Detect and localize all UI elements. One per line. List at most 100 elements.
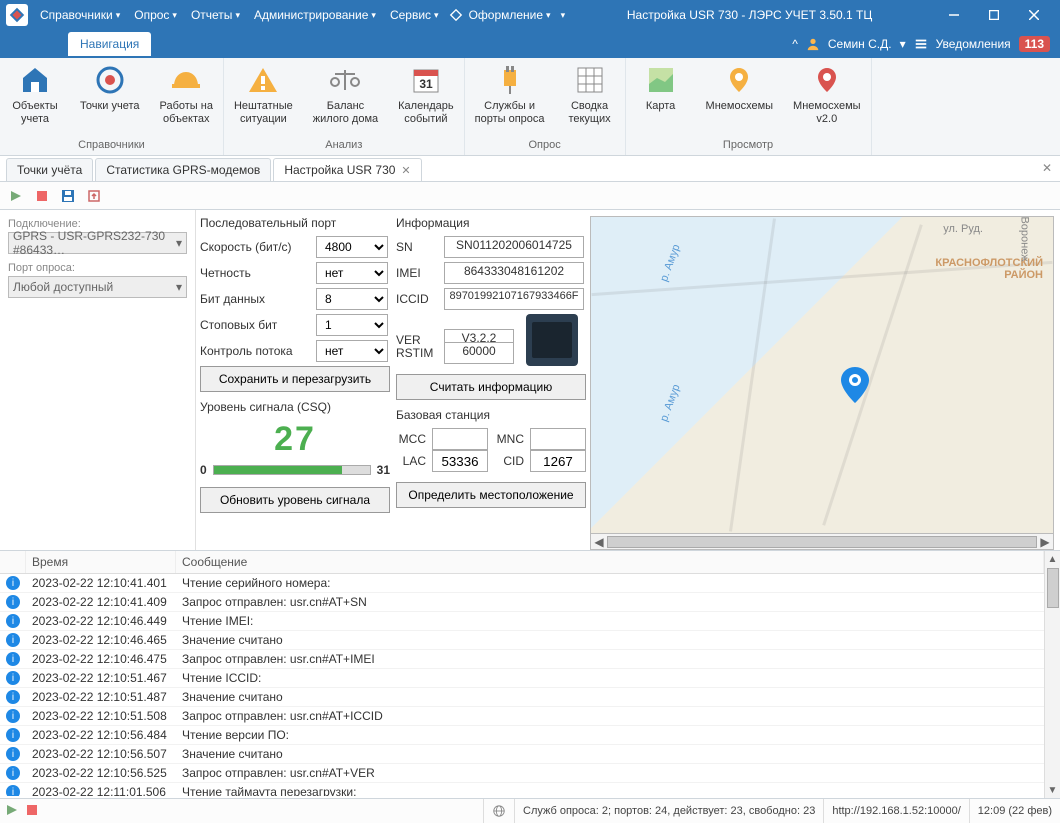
ribbon-calendar[interactable]: 31Календарьсобытий	[388, 58, 464, 137]
log-row[interactable]: i2023-02-22 12:11:01.506Чтение таймаута …	[0, 783, 1044, 796]
log-row[interactable]: i2023-02-22 12:10:41.401Чтение серийного…	[0, 574, 1044, 593]
scroll-thumb[interactable]	[1047, 568, 1059, 608]
ribbon-map[interactable]: Карта	[626, 58, 696, 137]
refresh-csq-button[interactable]: Обновить уровень сигнала	[200, 487, 390, 513]
log-row[interactable]: i2023-02-22 12:10:56.507Значение считано	[0, 745, 1044, 764]
menu-Отчеты[interactable]: Отчеты▾	[185, 4, 246, 26]
close-button[interactable]	[1014, 0, 1054, 30]
maximize-button[interactable]	[974, 0, 1014, 30]
scroll-down-icon[interactable]: ▼	[1048, 782, 1058, 798]
ribbon-warning[interactable]: Нештатныеситуации	[224, 58, 303, 137]
ribbon-home[interactable]: Объектыучета	[0, 58, 70, 137]
speed-select[interactable]: 4800	[316, 236, 388, 258]
connection-combo[interactable]: GPRS - USR-GPRS232-730 #86433…▾	[8, 232, 187, 254]
log-row[interactable]: i2023-02-22 12:10:46.465Значение считано	[0, 631, 1044, 650]
ribbon-grid[interactable]: Сводкатекущих	[555, 58, 625, 137]
info-icon: i	[6, 785, 20, 796]
info-icon: i	[6, 595, 20, 609]
log-row[interactable]: i2023-02-22 12:10:51.487Значение считано	[0, 688, 1044, 707]
info-icon: i	[6, 747, 20, 761]
mcc-field[interactable]	[432, 428, 488, 450]
log-row[interactable]: i2023-02-22 12:10:51.467Чтение ICCID:	[0, 669, 1044, 688]
pin-icon	[723, 64, 755, 96]
calendar-icon: 31	[410, 64, 442, 96]
notifications-label[interactable]: Уведомления	[936, 37, 1011, 51]
menu-Сервис[interactable]: Сервис▾	[384, 4, 445, 26]
map-hscrollbar[interactable]: ◀ ▶	[590, 534, 1054, 550]
notifications-badge[interactable]: 113	[1019, 36, 1050, 52]
minimize-button[interactable]	[934, 0, 974, 30]
play-button[interactable]	[6, 186, 26, 206]
menu-design[interactable]: Оформление▾	[463, 4, 557, 26]
log-vscrollbar[interactable]: ▲ ▼	[1044, 551, 1060, 798]
ribbon-target[interactable]: Точки учета	[70, 58, 150, 137]
main-area: Подключение: GPRS - USR-GPRS232-730 #864…	[0, 210, 1060, 550]
stop-button[interactable]	[32, 186, 52, 206]
menu-Опрос[interactable]: Опрос▾	[128, 4, 183, 26]
map-pane: р. Амур р. Амур КРАСНОФЛОТСКИЙ РАЙОН ул.…	[590, 210, 1060, 550]
port-combo[interactable]: Любой доступный▾	[8, 276, 187, 298]
menu-Справочники[interactable]: Справочники▾	[34, 4, 126, 26]
iccid-value: 89701992107167933466F	[444, 288, 584, 310]
close-all-tabs-icon[interactable]: ✕	[1042, 161, 1052, 175]
lac-field[interactable]	[432, 450, 488, 472]
status-play-icon[interactable]	[6, 804, 20, 818]
info-icon: i	[6, 766, 20, 780]
serial-title: Последовательный порт	[200, 216, 390, 230]
doctab[interactable]: Настройка USR 730✕	[273, 158, 421, 181]
log-row[interactable]: i2023-02-22 12:10:56.484Чтение версии ПО…	[0, 726, 1044, 745]
scroll-thumb[interactable]	[607, 536, 1037, 548]
log-row[interactable]: i2023-02-22 12:10:41.409Запрос отправлен…	[0, 593, 1044, 612]
imei-value: 864333048161202	[444, 262, 584, 284]
export-button[interactable]	[84, 186, 104, 206]
parity-select[interactable]: нет	[316, 262, 388, 284]
ribbon-balance[interactable]: Балансжилого дома	[303, 58, 388, 137]
map[interactable]: р. Амур р. Амур КРАСНОФЛОТСКИЙ РАЙОН ул.…	[590, 216, 1054, 534]
mnc-field[interactable]	[530, 428, 586, 450]
notifications-icon	[914, 37, 928, 51]
save-button[interactable]	[58, 186, 78, 206]
map-marker-icon	[841, 367, 869, 403]
log-row[interactable]: i2023-02-22 12:10:46.475Запрос отправлен…	[0, 650, 1044, 669]
left-pane: Подключение: GPRS - USR-GPRS232-730 #864…	[0, 210, 196, 550]
log-body[interactable]: i2023-02-22 12:10:41.401Чтение серийного…	[0, 574, 1044, 796]
stopbits-select[interactable]: 1	[316, 314, 388, 336]
user-name[interactable]: Семин С.Д.	[828, 37, 892, 51]
log-row[interactable]: i2023-02-22 12:10:51.508Запрос отправлен…	[0, 707, 1044, 726]
ribbon-pin[interactable]: Мнемосхемы	[696, 58, 784, 137]
info-icon: i	[6, 728, 20, 742]
design-icon	[449, 8, 463, 22]
read-info-button[interactable]: Считать информацию	[396, 374, 586, 400]
ribbon-plug[interactable]: Службы ипорты опроса	[465, 58, 555, 137]
databits-select[interactable]: 8	[316, 288, 388, 310]
log-row[interactable]: i2023-02-22 12:10:46.449Чтение IMEI:	[0, 612, 1044, 631]
scroll-left-icon[interactable]: ◀	[591, 535, 607, 549]
ribbon-hardhat[interactable]: Работы наобъектах	[150, 58, 223, 137]
doctab[interactable]: Статистика GPRS-модемов	[95, 158, 271, 181]
device-image	[526, 314, 578, 366]
grid-icon	[574, 64, 606, 96]
ribbon: ОбъектыучетаТочки учетаРаботы наобъектах…	[0, 58, 1060, 156]
ribbon-pin2[interactable]: Мнемосхемыv2.0	[783, 58, 871, 137]
save-reboot-button[interactable]: Сохранить и перезагрузить	[200, 366, 390, 392]
collapse-ribbon-icon[interactable]: ^	[792, 37, 798, 51]
document-tabs: Точки учётаСтатистика GPRS-модемовНастро…	[0, 156, 1060, 182]
svg-text:31: 31	[419, 77, 433, 91]
scroll-up-icon[interactable]: ▲	[1048, 551, 1058, 567]
scroll-right-icon[interactable]: ▶	[1037, 535, 1053, 549]
close-tab-icon[interactable]: ✕	[401, 164, 410, 177]
log-row[interactable]: i2023-02-22 12:10:56.525Запрос отправлен…	[0, 764, 1044, 783]
home-icon	[19, 64, 51, 96]
menu-Администрирование[interactable]: Администрирование▾	[248, 4, 382, 26]
pin2-icon	[811, 64, 843, 96]
mid-pane: Последовательный порт Скорость (бит/с)48…	[196, 210, 590, 550]
nav-tab[interactable]: Навигация	[68, 32, 151, 56]
locate-button[interactable]: Определить местоположение	[396, 482, 586, 508]
cid-field[interactable]	[530, 450, 586, 472]
csq-value: 27	[200, 420, 390, 459]
status-poll: Служб опроса: 2; портов: 24, действует: …	[514, 799, 823, 823]
log-header: Время Сообщение	[0, 551, 1044, 574]
status-stop-icon[interactable]	[26, 804, 40, 818]
doctab[interactable]: Точки учёта	[6, 158, 93, 181]
flow-select[interactable]: нет	[316, 340, 388, 362]
